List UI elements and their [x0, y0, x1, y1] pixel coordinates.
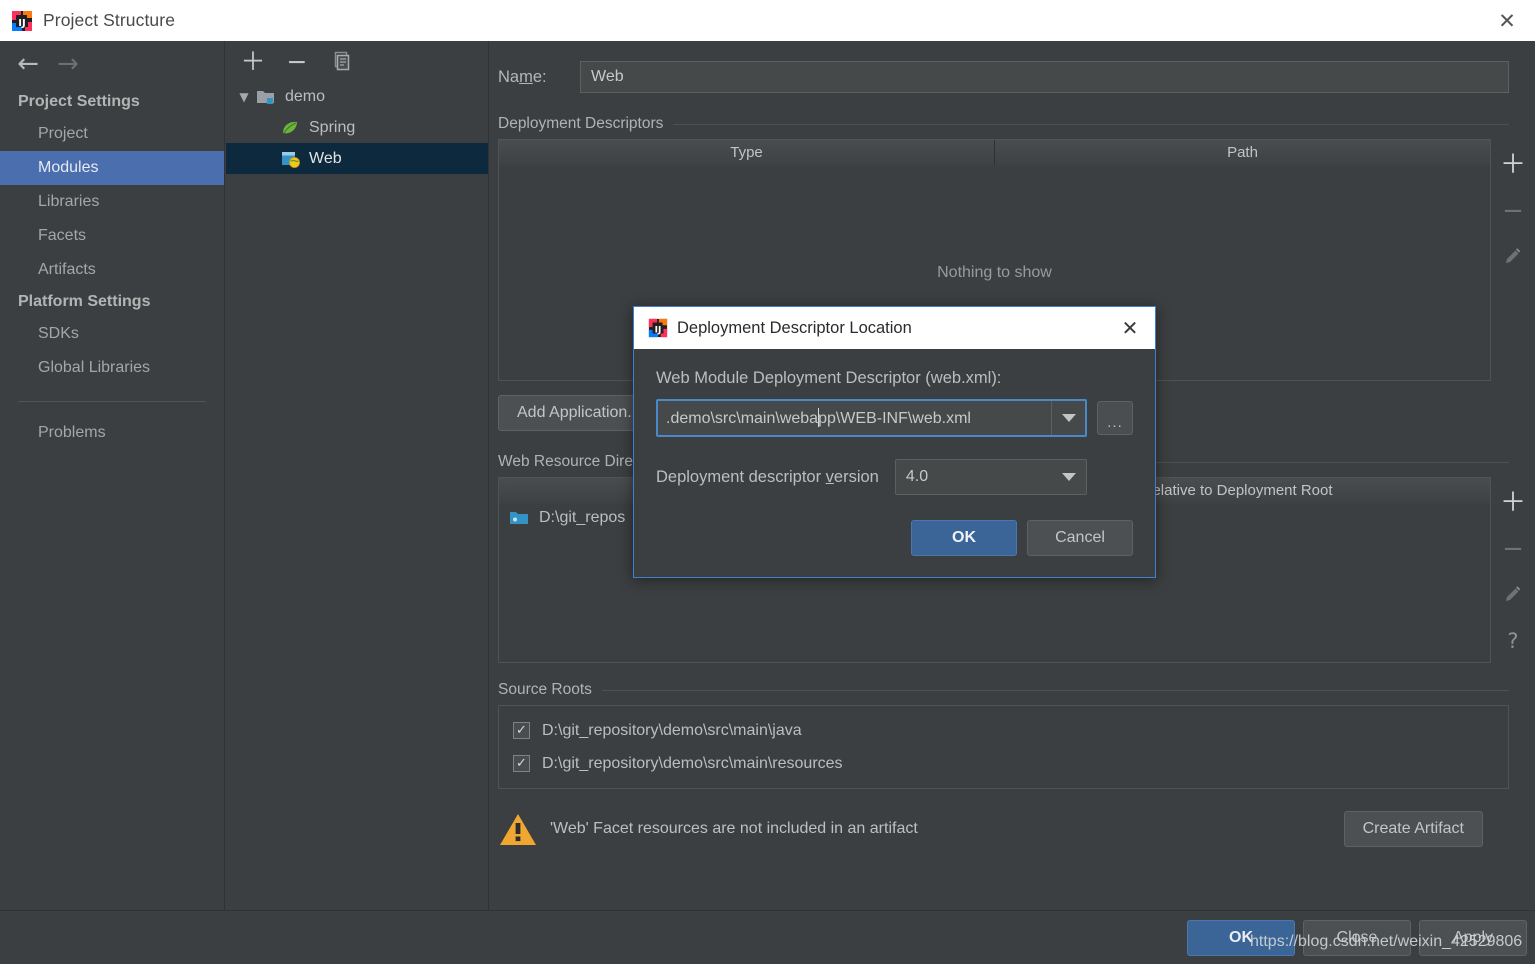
dialog-body: Web Module Deployment Descriptor (web.xm… [634, 349, 1155, 556]
dialog-title: Deployment Descriptor Location [677, 318, 912, 337]
settings-sidebar: ← → Project Settings Project Modules Lib… [0, 41, 225, 910]
sidebar-item-facets[interactable]: Facets [0, 219, 224, 253]
source-root-checkbox[interactable]: ✓ [513, 755, 530, 772]
sidebar-item-modules[interactable]: Modules [0, 151, 224, 185]
window-title: Project Structure [43, 10, 176, 30]
section-divider [601, 689, 1509, 691]
sidebar-group-project-settings: Project Settings [18, 93, 140, 110]
sidebar-divider [18, 401, 206, 402]
chevron-down-icon[interactable] [1052, 473, 1086, 481]
arrow-left-icon[interactable]: ← [8, 47, 48, 81]
column-header-type[interactable]: Type [499, 140, 995, 166]
web-resource-directory-path: D:\git_repos [539, 509, 626, 526]
copy-icon[interactable] [328, 48, 354, 74]
sidebar-item-project[interactable]: Project [0, 117, 224, 151]
tree-node-label: Web [309, 149, 342, 167]
table-header: Type Path [499, 140, 1490, 166]
dialog-titlebar: IJ Deployment Descriptor Location ✕ [634, 307, 1155, 349]
create-artifact-button[interactable]: Create Artifact [1343, 811, 1483, 847]
dialog-bottom-bar: OK Close Apply [0, 910, 1535, 964]
close-icon[interactable]: ✕ [1493, 7, 1521, 35]
folder-icon [509, 509, 529, 527]
window-titlebar: IJ Project Structure ✕ [0, 0, 1535, 41]
descriptor-path-combobox[interactable]: .demo\src\main\webapp\WEB-INF\web.xml [656, 399, 1087, 437]
remove-descriptor-icon[interactable]: − [1495, 189, 1531, 233]
source-root-path: D:\git_repository\demo\src\main\resource… [542, 754, 843, 772]
descriptor-path-row: .demo\src\main\webapp\WEB-INF\web.xml ..… [656, 399, 1133, 437]
list-item[interactable]: ✓ D:\git_repository\demo\src\main\java [499, 714, 1508, 747]
sidebar-group-platform-settings: Platform Settings [18, 293, 151, 310]
module-folder-icon [256, 88, 276, 106]
sidebar-item-artifacts[interactable]: Artifacts [0, 253, 224, 287]
deployment-descriptor-location-dialog: IJ Deployment Descriptor Location ✕ Web … [633, 306, 1156, 578]
source-root-path: D:\git_repository\demo\src\main\java [542, 721, 802, 739]
module-tree-panel: ＋ − ▼ demo Spring Web [226, 41, 489, 910]
ok-button[interactable]: OK [1187, 920, 1295, 956]
remove-web-resource-icon[interactable]: − [1495, 527, 1531, 571]
tree-node-demo[interactable]: ▼ demo [226, 81, 488, 112]
chevron-down-icon[interactable] [1051, 401, 1085, 435]
close-button[interactable]: Close [1303, 920, 1411, 956]
module-tree-toolbar: ＋ − [226, 41, 488, 81]
tree-node-spring[interactable]: Spring [226, 112, 488, 143]
dialog-cancel-button[interactable]: Cancel [1027, 520, 1133, 556]
descriptor-path-value[interactable]: .demo\src\main\webapp\WEB-INF\web.xml [658, 408, 1051, 428]
descriptor-path-text-after-caret: pp\WEB-INF\web.xml [818, 410, 971, 427]
add-module-icon[interactable]: ＋ [240, 48, 266, 74]
source-root-checkbox[interactable]: ✓ [513, 722, 530, 739]
deployment-descriptors-header: Deployment Descriptors [498, 115, 1509, 133]
source-roots-list: ✓ D:\git_repository\demo\src\main\java ✓… [498, 705, 1509, 789]
sidebar-item-problems[interactable]: Problems [0, 416, 224, 450]
bottom-bar-buttons: OK Close Apply [1187, 920, 1527, 956]
artifact-warning-text: 'Web' Facet resources are not included i… [550, 820, 918, 837]
pencil-icon[interactable] [1495, 235, 1531, 279]
name-row: Name: [490, 41, 1535, 93]
intellij-idea-icon: IJ [648, 318, 668, 338]
dialog-close-icon[interactable]: ✕ [1117, 315, 1143, 341]
descriptor-path-label: Web Module Deployment Descriptor (web.xm… [656, 369, 1002, 387]
apply-button[interactable]: Apply [1419, 920, 1527, 956]
arrow-right-icon[interactable]: → [48, 47, 88, 81]
web-resource-help-icon[interactable]: ? [1495, 619, 1531, 663]
descriptor-version-select[interactable]: 4.0 [894, 459, 1087, 495]
spring-leaf-icon [280, 119, 300, 137]
deployment-descriptors-toolbar: ＋ − [1491, 139, 1535, 381]
remove-module-icon[interactable]: − [284, 48, 310, 74]
name-label: Name: [498, 67, 547, 86]
web-facet-icon [280, 150, 300, 168]
project-structure-window: IJ Project Structure ✕ ← → Project Setti… [0, 0, 1535, 964]
pencil-icon[interactable] [1495, 573, 1531, 617]
sidebar-item-global-libraries[interactable]: Global Libraries [0, 351, 224, 385]
descriptor-path-text-before-caret: .demo\src\main\weba [666, 410, 819, 427]
dialog-buttons: OK Cancel [656, 520, 1133, 556]
add-descriptor-icon[interactable]: ＋ [1495, 143, 1531, 187]
descriptor-version-row: Deployment descriptor version 4.0 [656, 459, 1133, 495]
warning-triangle-icon [498, 812, 538, 847]
section-divider [673, 123, 1509, 125]
name-input[interactable] [580, 61, 1509, 93]
svg-text:IJ: IJ [18, 18, 25, 29]
artifact-warning-row: 'Web' Facet resources are not included i… [498, 811, 1509, 847]
chevron-down-icon[interactable]: ▼ [232, 90, 256, 104]
tree-node-label: demo [285, 87, 326, 105]
svg-text:IJ: IJ [655, 326, 662, 336]
section-title: Source Roots [498, 681, 592, 698]
descriptor-version-value: 4.0 [905, 468, 929, 485]
browse-button[interactable]: ... [1097, 401, 1133, 435]
tree-node-web[interactable]: Web [226, 143, 488, 174]
web-resource-directories-toolbar: ＋ − ? [1491, 477, 1535, 663]
section-title: Deployment Descriptors [498, 115, 664, 132]
intellij-idea-icon: IJ [11, 10, 33, 32]
sidebar-item-sdks[interactable]: SDKs [0, 317, 224, 351]
descriptor-version-label: Deployment descriptor version [656, 467, 879, 486]
source-roots-header: Source Roots [498, 681, 1509, 699]
add-web-resource-icon[interactable]: ＋ [1495, 481, 1531, 525]
sidebar-item-libraries[interactable]: Libraries [0, 185, 224, 219]
dialog-ok-button[interactable]: OK [911, 520, 1017, 556]
tree-node-label: Spring [309, 118, 356, 136]
column-header-path[interactable]: Path [995, 140, 1490, 166]
empty-state-message: Nothing to show [937, 264, 1052, 281]
navigation-arrows: ← → [0, 41, 224, 87]
list-item[interactable]: ✓ D:\git_repository\demo\src\main\resour… [499, 747, 1508, 780]
